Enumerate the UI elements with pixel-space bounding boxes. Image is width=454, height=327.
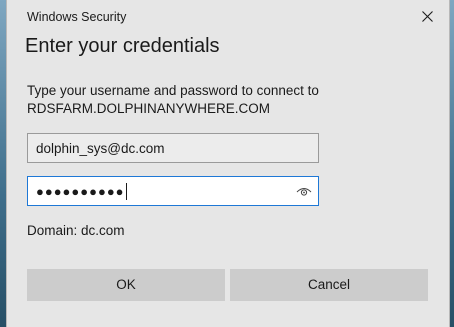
password-field[interactable]: ●●●●●●●●●● [27,176,319,206]
close-icon [422,11,433,22]
reveal-password-button[interactable] [296,184,312,198]
window-title: Windows Security [27,10,127,24]
title-bar[interactable]: Windows Security [7,0,449,32]
domain-label: Domain: dc.com [27,223,125,238]
text-caret [125,183,127,200]
instruction-text: Type your username and password to conne… [27,82,319,118]
password-mask: ●●●●●●●●●● [36,184,125,199]
desktop-right-edge [450,0,454,327]
password-value: ●●●●●●●●●● [36,183,127,200]
credentials-dialog: Windows Security Enter your credentials … [6,0,450,327]
dialog-heading: Enter your credentials [25,35,220,57]
close-button[interactable] [405,0,449,32]
cancel-button[interactable]: Cancel [230,269,428,301]
instruction-line-1: Type your username and password to conne… [27,83,319,98]
instruction-line-2: RDSFARM.DOLPHINANYWHERE.COM [27,101,271,116]
username-value: dolphin_sys@dc.com [36,141,165,156]
username-field[interactable]: dolphin_sys@dc.com [27,133,319,163]
eye-icon [296,188,312,196]
ok-button[interactable]: OK [27,269,225,301]
